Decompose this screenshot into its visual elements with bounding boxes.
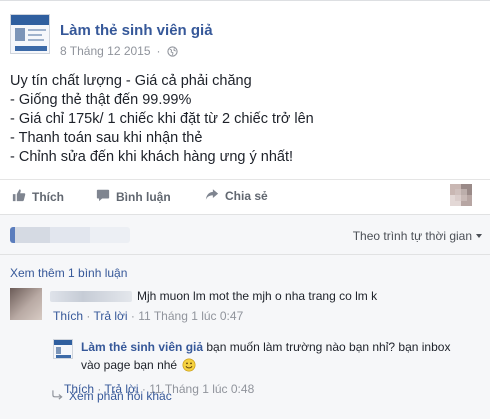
like-button[interactable]: Thích	[12, 188, 64, 205]
like-label: Thích	[32, 189, 64, 204]
post-line: Uy tín chất lượng - Giá cả phải chăng	[10, 73, 252, 89]
likes-row: Theo trình tự thời gian	[0, 215, 490, 255]
comment-timestamp[interactable]: 11 Tháng 1 lúc 0:47	[138, 309, 243, 323]
post-card: Làm thẻ sinh viên giả 8 Tháng 12 2015 · …	[0, 0, 490, 419]
post-line: - Chỉnh sửa đến khi khách hàng ưng ý nhấ…	[10, 149, 294, 165]
comment-bubble-icon	[96, 188, 110, 205]
post-as-avatar[interactable]	[450, 184, 472, 206]
comment-like-link[interactable]: Thích	[53, 309, 83, 323]
more-replies-link[interactable]: Xem phản hồi khác	[52, 389, 172, 403]
post-body: Uy tín chất lượng - Giá cả phải chăng - …	[10, 72, 314, 167]
post-line: - Giá chỉ 175k/ 1 chiếc khi đặt từ 2 chi…	[10, 111, 314, 127]
smile-emoji-icon	[182, 358, 196, 377]
share-button[interactable]: Chia sẻ	[205, 188, 268, 204]
meta-separator: ·	[156, 44, 161, 58]
reply-author-link[interactable]: Làm thẻ sinh viên giả	[81, 340, 203, 354]
link-separator: ·	[130, 309, 135, 323]
commenter-name-blurred[interactable]	[50, 291, 132, 302]
post-actions: Thích Bình luận Chia sẻ	[0, 179, 490, 211]
globe-icon	[166, 45, 178, 57]
page-reply-avatar[interactable]	[53, 339, 73, 359]
commenter-avatar[interactable]	[10, 288, 42, 320]
more-replies-label: Xem phản hồi khác	[69, 389, 172, 403]
comment-links: Thích · Trả lời · 11 Tháng 1 lúc 0:47	[53, 309, 243, 323]
comment-button[interactable]: Bình luận	[96, 188, 171, 205]
share-label: Chia sẻ	[225, 189, 268, 203]
post-line: - Thanh toán sau khi nhận thẻ	[10, 130, 203, 146]
comment-item: Mjh muon lm mot the mjh o nha trang co l…	[10, 288, 480, 340]
comment-text: Mjh muon lm mot the mjh o nha trang co l…	[137, 289, 378, 303]
comment-sort-dropdown[interactable]: Theo trình tự thời gian	[353, 229, 482, 243]
reply-message: Làm thẻ sinh viên giả bạn muốn làm trườn…	[81, 338, 471, 377]
post-header: Làm thẻ sinh viên giả 8 Tháng 12 2015 ·	[10, 14, 480, 59]
share-arrow-icon	[205, 188, 219, 204]
caret-down-icon	[476, 234, 482, 238]
comment-label: Bình luận	[116, 189, 171, 204]
sort-label: Theo trình tự thời gian	[352, 229, 472, 243]
post-line: - Giống thẻ thật đến 99.99%	[10, 92, 192, 108]
comments-section: Theo trình tự thời gian Xem thêm 1 bình …	[0, 214, 490, 419]
page-avatar[interactable]	[10, 14, 50, 54]
post-date[interactable]: 8 Tháng 12 2015	[60, 44, 151, 58]
view-more-comments-link[interactable]: Xem thêm 1 bình luận	[10, 266, 127, 280]
link-separator: ·	[86, 309, 91, 323]
likes-summary[interactable]	[10, 227, 130, 243]
thumbs-up-icon	[12, 188, 26, 205]
post-meta: 8 Tháng 12 2015 ·	[60, 44, 178, 58]
comment-reply-link[interactable]: Trả lời	[93, 309, 127, 323]
page-name-link[interactable]: Làm thẻ sinh viên giả	[60, 22, 213, 39]
reply-arrow-icon	[52, 389, 63, 403]
